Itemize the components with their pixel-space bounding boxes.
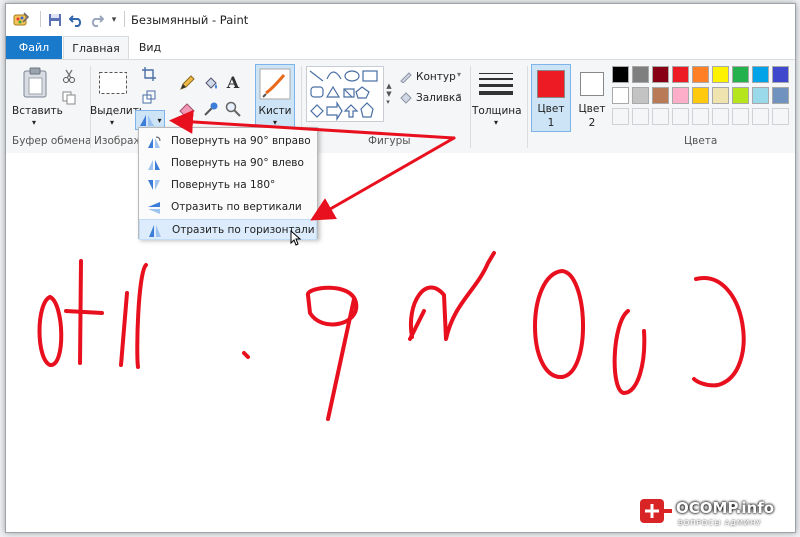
watermark-tagline: ВОПРОСЫ АДМИНУ xyxy=(678,519,762,527)
watermark-brand: OCOMP.info xyxy=(676,499,775,517)
watermark: OCOMP.info ВОПРОСЫ АДМИНУ xyxy=(638,497,795,532)
paint-window: ▾ Безымянный - Paint Файл Главная Вид Вс… xyxy=(5,3,796,533)
annotation-arrows xyxy=(169,109,456,221)
